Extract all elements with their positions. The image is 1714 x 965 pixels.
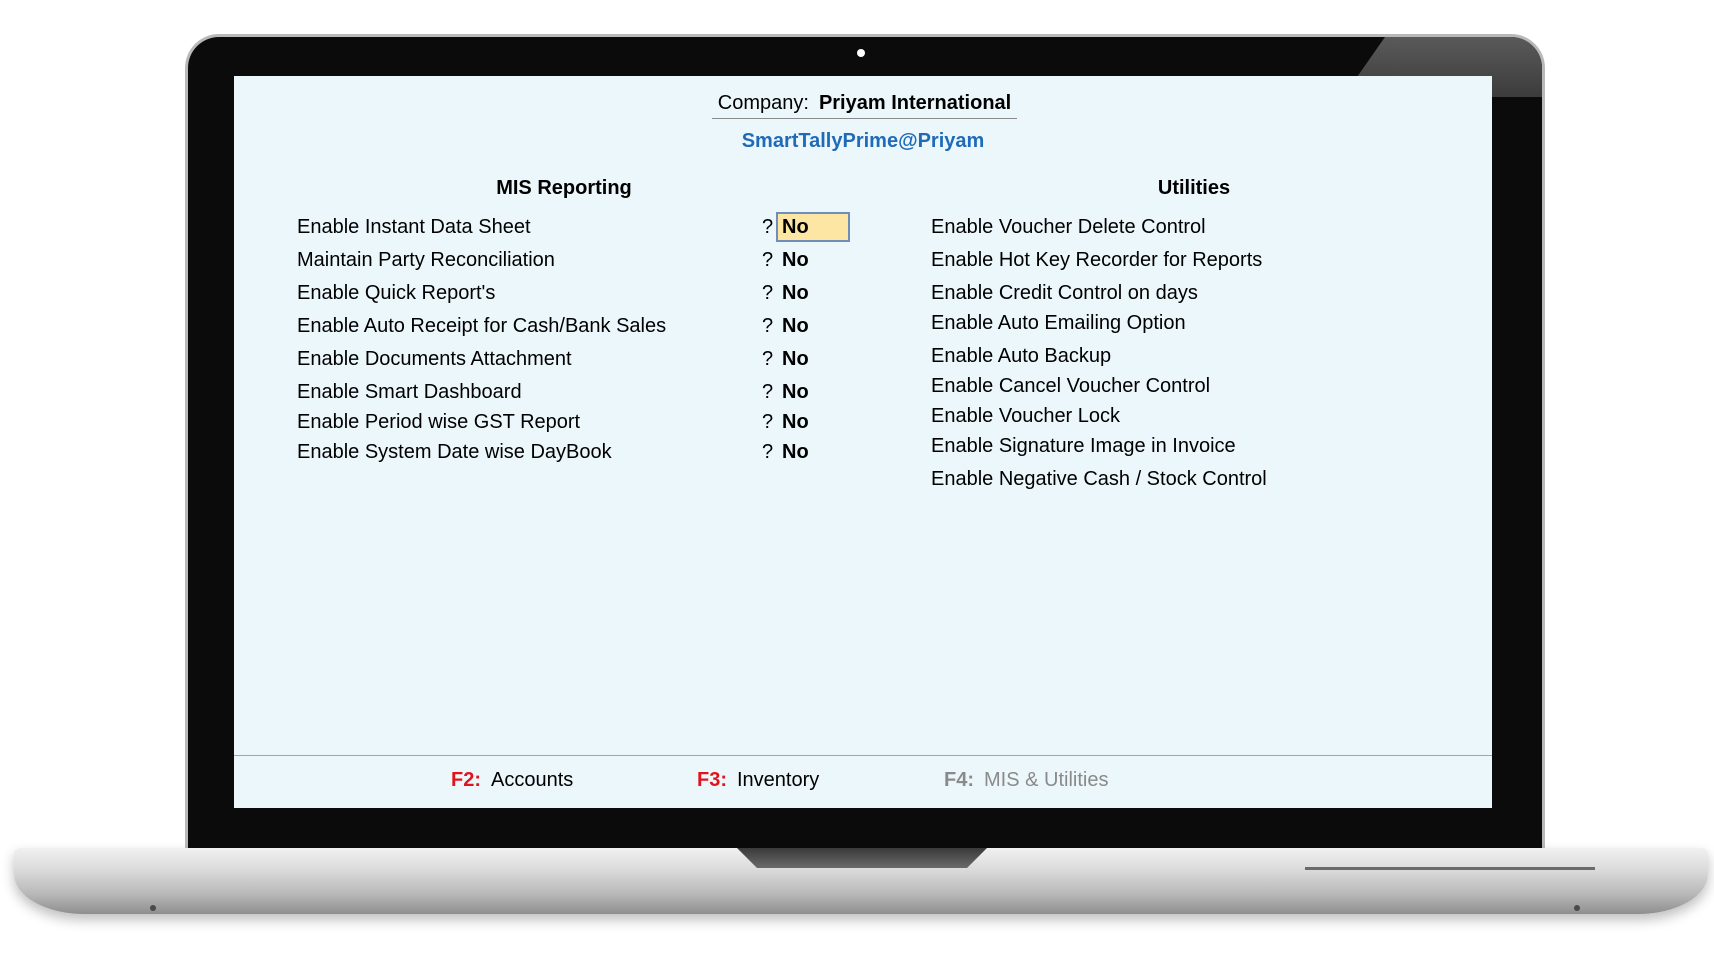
laptop-mockup: Company: Priyam International SmartTallyP… (0, 0, 1714, 965)
function-key: F2: (451, 769, 481, 791)
option-value-field[interactable]: No (778, 439, 813, 465)
option-label: Enable System Date wise DayBook (297, 441, 612, 463)
option-label: Enable Auto Emailing Option (931, 312, 1186, 334)
option-value-field[interactable]: No (778, 409, 813, 435)
option-row[interactable]: Enable Cancel Voucher Control ? No (931, 373, 1431, 399)
webcam-icon (857, 49, 865, 57)
option-row[interactable]: Enable Smart Dashboard ? No (297, 379, 817, 405)
option-question-mark: ? (762, 216, 774, 238)
option-row[interactable]: Enable Documents Attachment ? No (297, 346, 817, 372)
option-question-mark: ? (762, 282, 774, 304)
f3-inventory-button[interactable]: F3: Inventory (697, 769, 819, 792)
option-label: Enable Auto Receipt for Cash/Bank Sales (297, 315, 667, 337)
function-key-label: Accounts (491, 769, 574, 791)
function-key-label: MIS & Utilities (984, 769, 1109, 791)
option-label: Enable Instant Data Sheet (297, 216, 531, 238)
option-question-mark: ? (762, 441, 774, 463)
option-row[interactable]: Enable Auto Receipt for Cash/Bank Sales … (297, 313, 817, 339)
option-label: Maintain Party Reconciliation (297, 249, 555, 271)
option-row[interactable]: Enable System Date wise DayBook ? No (297, 439, 817, 465)
option-row[interactable]: Enable Signature Image in Invoice ? No (931, 433, 1431, 459)
option-row[interactable]: Enable Voucher Lock ? No (931, 403, 1431, 429)
f2-accounts-button[interactable]: F2: Accounts (451, 769, 573, 792)
footer-divider (234, 755, 1492, 756)
laptop-foot (1574, 905, 1580, 911)
option-row[interactable]: Maintain Party Reconciliation ? No (297, 247, 817, 273)
option-value-field[interactable]: No (778, 379, 813, 405)
option-value-field[interactable]: No (778, 346, 813, 372)
option-question-mark: ? (762, 315, 774, 337)
option-label: Enable Cancel Voucher Control (931, 375, 1211, 397)
laptop-base-line (1305, 867, 1595, 870)
option-value-field[interactable]: No (776, 212, 850, 242)
option-row[interactable]: Enable Auto Backup ? No (931, 343, 1431, 369)
laptop-hinge-notch (737, 848, 987, 868)
option-label: Enable Smart Dashboard (297, 381, 522, 403)
option-label: Enable Signature Image in Invoice (931, 435, 1236, 457)
option-label: Enable Hot Key Recorder for Reports (931, 249, 1263, 271)
option-question-mark: ? (762, 381, 774, 403)
company-name: Priyam International (818, 92, 1012, 114)
utilities-heading: Utilities (1157, 177, 1231, 199)
option-row[interactable]: Enable Hot Key Recorder for Reports ? No (931, 247, 1431, 273)
option-label: Enable Auto Backup (931, 345, 1112, 367)
laptop-foot (150, 905, 156, 911)
option-question-mark: ? (762, 249, 774, 271)
screen-subtitle: SmartTallyPrime@Priyam (741, 130, 985, 152)
option-label: Enable Voucher Lock (931, 405, 1121, 427)
function-key: F4: (944, 769, 974, 791)
option-row[interactable]: Enable Period wise GST Report ? No (297, 409, 817, 435)
option-question-mark: ? (762, 348, 774, 370)
company-label: Company: (717, 92, 809, 114)
option-row[interactable]: Enable Instant Data Sheet ? No (297, 212, 850, 242)
function-key-label: Inventory (737, 769, 820, 791)
option-label: Enable Period wise GST Report (297, 411, 581, 433)
mis-reporting-heading: MIS Reporting (496, 177, 632, 199)
option-question-mark: ? (762, 411, 774, 433)
option-value-field[interactable]: No (778, 247, 813, 273)
option-label: Enable Documents Attachment (297, 348, 572, 370)
company-header: Company: Priyam International (712, 92, 1017, 119)
option-row[interactable]: Enable Credit Control on days ? No (931, 280, 1431, 306)
function-key: F3: (697, 769, 727, 791)
option-label: Enable Negative Cash / Stock Control (931, 468, 1267, 490)
option-value-field[interactable]: No (778, 280, 813, 306)
option-row[interactable]: Enable Quick Report's ? No (297, 280, 817, 306)
option-row[interactable]: Enable Voucher Delete Control ? No (931, 214, 1431, 240)
f4-mis-utilities-button[interactable]: F4: MIS & Utilities (944, 769, 1108, 792)
option-row[interactable]: Enable Auto Emailing Option ? No (931, 310, 1431, 336)
tally-feature-screen: Company: Priyam International SmartTallyP… (234, 76, 1492, 808)
option-label: Enable Credit Control on days (931, 282, 1198, 304)
option-value-field[interactable]: No (778, 313, 813, 339)
option-label: Enable Quick Report's (297, 282, 496, 304)
option-label: Enable Voucher Delete Control (931, 216, 1206, 238)
option-row[interactable]: Enable Negative Cash / Stock Control ? N… (931, 466, 1431, 492)
